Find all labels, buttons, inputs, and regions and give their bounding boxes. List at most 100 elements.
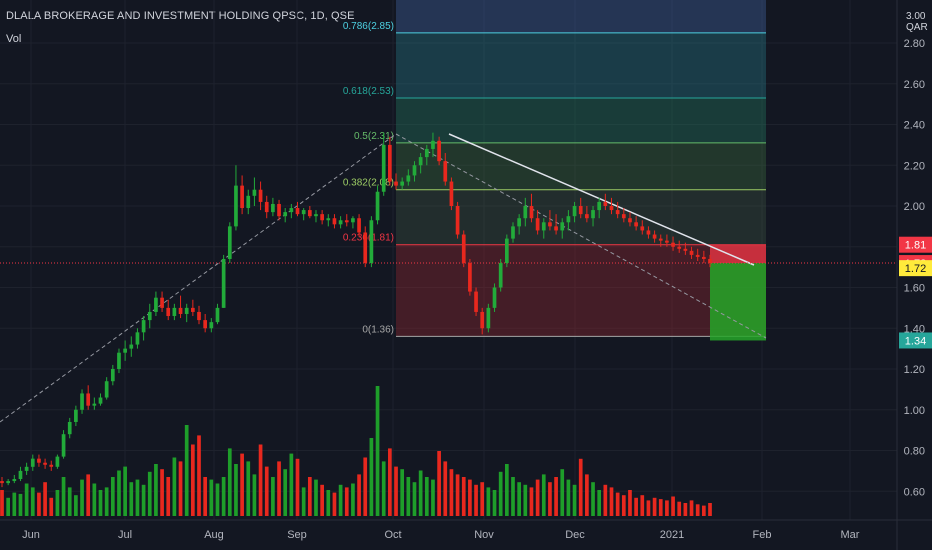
volume-bar	[381, 461, 386, 516]
volume-bar	[591, 482, 595, 516]
price-axis-label: 1.00	[904, 405, 925, 417]
price-axis-label: 2.20	[904, 160, 925, 172]
candle-body	[468, 263, 472, 292]
candle-body	[277, 203, 281, 217]
volume-bar	[548, 482, 552, 516]
candle-body	[338, 220, 343, 225]
volume-bar	[523, 484, 528, 516]
candle-body	[314, 214, 318, 217]
volume-bar	[400, 469, 405, 516]
price-badge-label: 1.72	[905, 263, 926, 275]
stop-loss-zone	[710, 244, 766, 264]
candle-body	[701, 256, 706, 259]
candle-body	[74, 409, 78, 422]
candle-body	[628, 218, 632, 223]
volume-bar	[560, 469, 565, 516]
volume-bar	[147, 471, 152, 516]
time-axis-label: Nov	[474, 529, 494, 541]
candle-body	[665, 240, 669, 243]
candle-body	[381, 144, 386, 192]
candle-body	[689, 250, 694, 255]
candle-body	[98, 397, 103, 404]
volume-bar	[640, 495, 645, 516]
volume-bar	[449, 469, 454, 516]
candle-body	[80, 393, 84, 410]
volume-bar	[418, 470, 423, 516]
volume-bar	[443, 461, 448, 516]
candle-body	[160, 297, 164, 308]
volume-bar	[535, 479, 540, 516]
fib-band	[396, 98, 766, 143]
candle-body	[529, 206, 534, 219]
volume-bar	[455, 474, 460, 516]
price-axis-label: 2.00	[904, 201, 925, 213]
volume-bar	[388, 448, 392, 516]
candle-body	[240, 185, 244, 209]
candle-body	[443, 161, 448, 182]
candle-body	[197, 311, 201, 321]
volume-bar	[701, 505, 706, 516]
volume-bar	[271, 477, 275, 516]
volume-bar	[30, 487, 35, 516]
fib-level-label: 0.382(2.08)	[343, 178, 394, 189]
candle-body	[252, 189, 257, 196]
candle-body	[603, 201, 608, 206]
candle-body	[615, 210, 620, 215]
candle-body	[363, 232, 368, 264]
volume-bar	[117, 470, 121, 516]
volume-bar	[658, 499, 663, 516]
volume-bar	[708, 503, 712, 516]
candle-body	[289, 208, 294, 213]
price-badge-label: 1.81	[905, 240, 926, 252]
volume-bar	[369, 438, 374, 516]
volume-bar	[98, 490, 103, 516]
candle-body	[227, 226, 232, 259]
volume-bar	[6, 497, 11, 516]
volume-bar	[566, 479, 571, 516]
time-axis-label: Sep	[287, 529, 307, 541]
volume-bar	[18, 493, 23, 516]
candle-body	[572, 206, 577, 217]
volume-bar	[412, 482, 417, 516]
volume-bar	[234, 464, 238, 516]
candle-body	[178, 307, 183, 314]
candle-body	[203, 320, 208, 329]
trend-line-up	[0, 133, 397, 423]
candle-body	[449, 181, 454, 206]
candle-body	[30, 458, 35, 467]
candle-body	[511, 226, 515, 239]
price-chart[interactable]: 0.786(2.85)0.618(2.53)0.5(2.31)0.382(2.0…	[0, 0, 932, 550]
volume-bar	[277, 461, 281, 516]
price-axis-label: 2.60	[904, 79, 925, 91]
volume-bar	[474, 484, 478, 516]
volume-bar	[344, 487, 349, 516]
volume-bar	[492, 490, 497, 516]
candle-body	[301, 210, 306, 215]
volume-bar	[215, 483, 220, 516]
volume-bar	[12, 492, 17, 516]
volume-bar	[307, 477, 312, 516]
candle-body	[431, 140, 435, 149]
volume-bar	[634, 497, 638, 516]
time-axis-label: Oct	[384, 529, 401, 541]
volume-bar	[203, 477, 208, 516]
volume-bar	[49, 497, 54, 516]
candle-body	[110, 369, 115, 382]
volume-bar	[197, 435, 201, 516]
candle-body	[492, 287, 497, 308]
candle-body	[0, 481, 4, 484]
candle-body	[117, 352, 121, 369]
candle-body	[566, 216, 571, 223]
volume-bar	[424, 477, 429, 516]
volume-bar	[0, 490, 4, 516]
candle-body	[375, 191, 380, 221]
candle-body	[708, 258, 712, 264]
candle-body	[578, 206, 583, 215]
candle-body	[129, 344, 134, 349]
candle-body	[67, 421, 72, 435]
volume-bar	[541, 474, 546, 516]
volume-bar	[689, 500, 694, 516]
volume-bar	[240, 453, 244, 516]
volume-bar	[375, 386, 380, 516]
candle-body	[535, 218, 540, 231]
